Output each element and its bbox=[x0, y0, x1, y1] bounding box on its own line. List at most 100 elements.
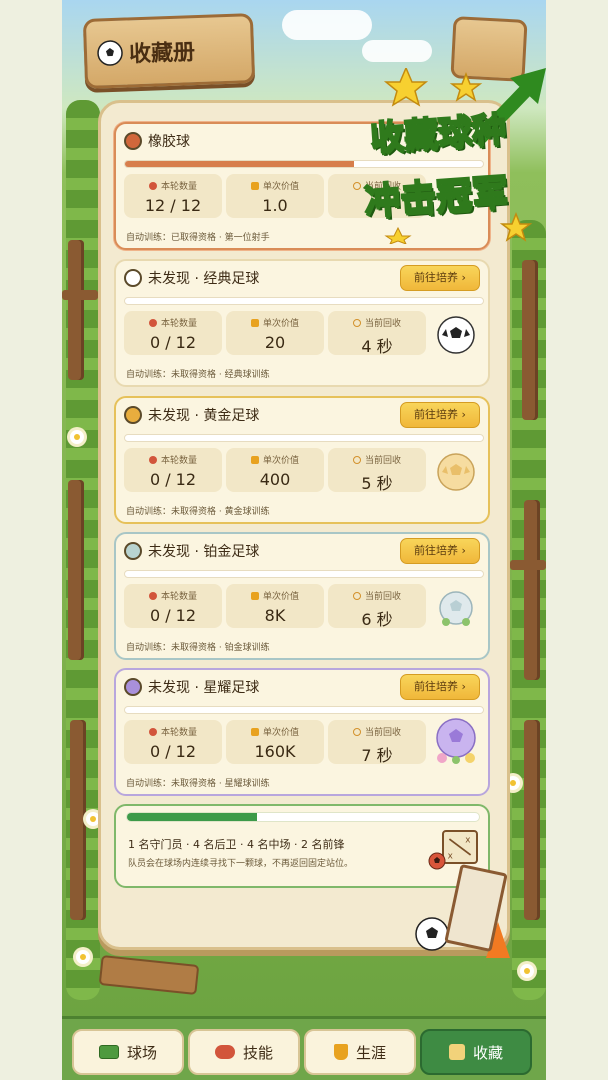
ball-name: 未发现 · 黄金足球 bbox=[148, 408, 260, 424]
cloud-decoration bbox=[282, 10, 372, 40]
fence-post bbox=[524, 720, 540, 920]
tactics-board-icon: x x bbox=[442, 830, 478, 864]
stat-count-value: 0 / 12 bbox=[149, 742, 197, 761]
soccer-ball-icon bbox=[97, 40, 123, 66]
ball-card-platinum: 未发现 · 铂金足球 前往培养 › 本轮数量 0 / 12 单次价值 8K 当前… bbox=[114, 532, 490, 660]
tab-pitch[interactable]: 球场 bbox=[72, 1029, 184, 1075]
stat-value-value: 1.0 bbox=[262, 196, 288, 215]
promo-line-2: 冲击冠军 bbox=[362, 171, 511, 224]
stat-value: 单次价值 400 bbox=[226, 448, 324, 492]
stat-recovery-value: 5 秒 bbox=[361, 474, 393, 493]
stat-value: 单次价值 20 bbox=[226, 311, 324, 355]
tab-label: 球场 bbox=[126, 1043, 157, 1062]
trophy-icon bbox=[333, 1044, 348, 1060]
fence-post bbox=[68, 240, 84, 380]
soccer-ball-decoration bbox=[415, 917, 449, 951]
stat-count-value: 0 / 12 bbox=[149, 470, 197, 489]
stat-recovery-value: 7 秒 bbox=[361, 746, 393, 765]
auto-training-status: 自动训练：已取得资格 · 第一位射手 bbox=[126, 233, 270, 243]
target-icon bbox=[148, 727, 157, 736]
collection-progress-bar bbox=[124, 706, 484, 714]
tab-career[interactable]: 生涯 bbox=[304, 1029, 416, 1075]
target-icon bbox=[148, 318, 157, 327]
stat-recovery-value: 4 秒 bbox=[361, 337, 393, 356]
coin-icon bbox=[250, 181, 259, 190]
page-title: 收藏册 bbox=[128, 40, 196, 68]
formation-info-card: 1 名守门员 · 4 名后卫 · 4 名中场 · 2 名前锋 队员会在球场内连续… bbox=[114, 804, 490, 888]
stat-recovery: 当前回收 7 秒 bbox=[328, 720, 426, 765]
goto-train-button[interactable]: 前往培养 › bbox=[400, 538, 480, 564]
tab-collection[interactable]: 收藏 bbox=[420, 1029, 532, 1075]
pitch-icon bbox=[98, 1045, 119, 1059]
goto-train-button[interactable]: 前往培养 › bbox=[400, 265, 480, 291]
fence-rail bbox=[62, 290, 98, 300]
stat-count: 本轮数量 0 / 12 bbox=[124, 720, 222, 764]
tab-label: 收藏 bbox=[472, 1043, 503, 1062]
fence-post bbox=[524, 500, 540, 680]
clock-icon bbox=[352, 455, 361, 464]
target-icon bbox=[148, 181, 157, 190]
ball-card-star: 未发现 · 星耀足球 前往培养 › 本轮数量 0 / 12 单次价值 160K … bbox=[114, 668, 490, 796]
stat-value: 单次价值 1.0 bbox=[226, 174, 324, 218]
tab-skills[interactable]: 技能 bbox=[188, 1029, 300, 1075]
stat-recovery: 当前回收 6 秒 bbox=[328, 584, 426, 629]
platinum-ball-icon bbox=[439, 591, 473, 626]
cloud-decoration bbox=[362, 40, 432, 62]
flower-decoration bbox=[70, 430, 84, 444]
goto-train-button[interactable]: 前往培养 › bbox=[400, 674, 480, 700]
stat-value-value: 20 bbox=[264, 333, 286, 352]
stat-count-value: 12 / 12 bbox=[144, 196, 202, 215]
svg-text:x: x bbox=[448, 851, 453, 861]
clock-icon bbox=[352, 318, 361, 327]
stat-value-value: 400 bbox=[259, 470, 291, 489]
soccer-ball-icon bbox=[428, 852, 446, 870]
fence-post bbox=[522, 260, 538, 420]
ball-card-gold: 未发现 · 黄金足球 前往培养 › 本轮数量 0 / 12 单次价值 400 当… bbox=[114, 396, 490, 524]
stat-value-value: 160K bbox=[254, 742, 296, 761]
collection-progress-bar bbox=[124, 434, 484, 442]
formation-progress-bar bbox=[126, 812, 480, 822]
ball-color-dot bbox=[124, 678, 142, 696]
stat-recovery: 当前回收 5 秒 bbox=[328, 448, 426, 493]
ball-color-dot bbox=[124, 542, 142, 560]
target-icon bbox=[148, 455, 157, 464]
stat-count-value: 0 / 12 bbox=[149, 606, 197, 625]
coin-icon bbox=[250, 455, 259, 464]
clock-icon bbox=[352, 591, 361, 600]
coin-icon bbox=[250, 591, 259, 600]
stat-recovery-value: 6 秒 bbox=[361, 610, 393, 629]
auto-training-status: 自动训练：未取得资格 · 黄金球训练 bbox=[126, 507, 270, 517]
collection-progress-bar bbox=[124, 297, 484, 305]
coin-icon bbox=[250, 727, 259, 736]
skill-icon bbox=[214, 1045, 235, 1059]
tab-label: 生涯 bbox=[355, 1043, 386, 1062]
goto-train-button[interactable]: 前往培养 › bbox=[400, 402, 480, 428]
fence-post bbox=[68, 480, 84, 660]
fence-post bbox=[70, 720, 86, 920]
flower-decoration bbox=[520, 964, 534, 978]
bottom-tab-bar: 球场 技能 生涯 收藏 bbox=[62, 1016, 546, 1080]
auto-training-status: 自动训练：未取得资格 · 经典球训练 bbox=[126, 370, 270, 380]
auto-training-status: 自动训练：未取得资格 · 铂金球训练 bbox=[126, 643, 270, 653]
stat-count: 本轮数量 12 / 12 bbox=[124, 174, 222, 218]
stat-recovery: 当前回收 4 秒 bbox=[328, 311, 426, 356]
title-sign: 收藏册 bbox=[82, 13, 256, 89]
album-icon bbox=[448, 1044, 465, 1060]
promo-banner: 收藏球种 冲击冠军 bbox=[360, 68, 550, 244]
stat-count: 本轮数量 0 / 12 bbox=[124, 448, 222, 492]
collection-progress-bar bbox=[124, 570, 484, 578]
stat-count: 本轮数量 0 / 12 bbox=[124, 584, 222, 628]
svg-text:x: x bbox=[465, 836, 470, 846]
promo-line-1: 收藏球种 bbox=[368, 108, 508, 159]
auto-training-status: 自动训练：未取得资格 · 星耀球训练 bbox=[126, 779, 270, 789]
ball-name: 橡胶球 bbox=[148, 134, 190, 150]
flower-decoration bbox=[76, 950, 90, 964]
star-ball-icon bbox=[436, 718, 476, 764]
formation-summary: 1 名守门员 · 4 名后卫 · 4 名中场 · 2 名前锋 bbox=[128, 838, 345, 851]
stat-value-value: 8K bbox=[264, 606, 286, 625]
tab-label: 技能 bbox=[242, 1043, 273, 1062]
clock-icon bbox=[352, 727, 361, 736]
ball-color-dot bbox=[124, 269, 142, 287]
stat-value: 单次价值 160K bbox=[226, 720, 324, 764]
stat-count-value: 0 / 12 bbox=[149, 333, 197, 352]
